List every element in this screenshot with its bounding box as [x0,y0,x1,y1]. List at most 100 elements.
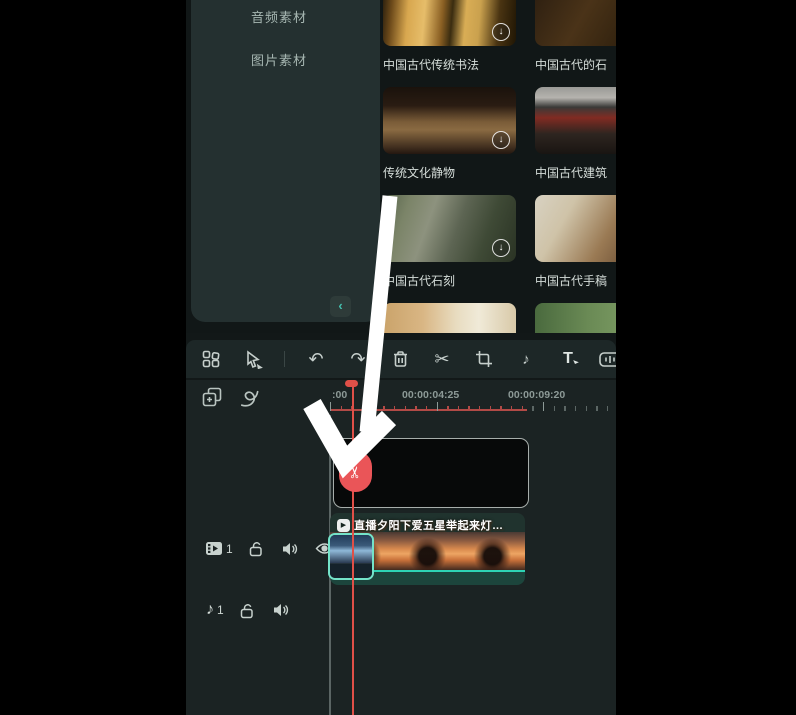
crop-button[interactable] [473,348,495,370]
ruler-tick [490,406,491,411]
media-thumbnail[interactable]: ↓ [383,87,516,154]
select-cursor-icon [244,350,263,369]
music-note-icon: ♪ [206,601,214,619]
scissors-icon: ✂ [434,350,449,368]
trash-icon [392,350,409,368]
ruler-tick [522,406,523,411]
ruler-timestamp: 00:00:09:20 [508,389,565,401]
ruler-tick [468,406,469,411]
music-note-icon: ♪ [522,352,530,367]
undo-icon: ↶ [308,350,323,368]
edit-toolbar: ↶ ↷ ✂ ♪ T [186,340,616,378]
audio-beat-button[interactable]: ♪ [515,348,537,370]
timeline-ruler[interactable]: :00 00:00:04:25 00:00:09:20 [186,380,616,411]
collapse-panel-button[interactable]: ‹ [330,296,351,317]
media-thumbnail[interactable] [383,303,516,333]
mute-track-button[interactable] [281,541,299,557]
video-track-header: 1 [186,540,334,557]
media-thumbnail[interactable] [535,87,616,154]
download-icon[interactable]: ↓ [492,131,510,149]
lock-open-icon [239,602,255,619]
ruler-tick [426,406,427,411]
audio-track-button[interactable]: ♪ [206,601,214,619]
ruler-tick [500,406,501,411]
ruler-clip-extent [330,409,527,411]
clip-frame [395,532,460,571]
ruler-tick [543,402,544,411]
ruler-tick [437,402,438,411]
ruler-tick [405,406,406,411]
film-icon [205,541,223,556]
media-label: 中国古代手稿 [535,272,616,289]
audio-track-count: 1 [217,603,224,617]
mute-track-button[interactable] [272,602,290,618]
ruler-tick [383,406,384,411]
media-thumbnail[interactable] [535,0,616,46]
ruler-tick [447,406,448,411]
select-tool-button[interactable] [242,348,264,370]
app-content: 音频素材 图片素材 ‹ ↓ 中国古代传统书法 中国古代的石 ↓ 传统文化静物 中… [186,0,616,715]
lock-track-button[interactable] [239,602,255,619]
speaker-icon [281,541,299,557]
sidebar-item-image-assets[interactable]: 图片素材 [251,50,371,68]
download-icon[interactable]: ↓ [492,239,510,257]
media-label: 传统文化静物 [383,164,533,181]
media-thumbnail[interactable] [535,195,616,262]
ruler-tick [511,406,512,411]
delete-button[interactable] [389,348,411,370]
layout-grid-icon [202,350,220,368]
chevron-left-icon: ‹ [338,298,342,313]
lock-track-button[interactable] [248,540,264,557]
ruler-tick [554,406,555,411]
clip-header: ▶ 直播夕阳下爱五星举起来灯… [337,517,523,533]
media-label: 中国古代石刻 [383,272,533,289]
ruler-tick [575,406,576,411]
media-browser-panel: 音频素材 图片素材 ‹ ↓ 中国古代传统书法 中国古代的石 ↓ 传统文化静物 中… [186,0,616,333]
ruler-tick [596,406,597,411]
clip-title-text: 直播夕阳下爱五星举起来灯… [354,517,504,533]
ruler-tick [479,406,480,411]
media-label: 中国古代的石 [535,56,616,73]
playhead-line[interactable] [352,384,354,715]
selected-clip-thumbnail [330,535,372,563]
media-thumbnail[interactable]: ↓ [383,0,516,46]
sidebar-item-audio-assets[interactable]: 音频素材 [251,7,371,25]
selected-clip[interactable] [328,533,374,580]
ruler-tick [373,406,374,411]
media-thumbnail[interactable] [535,303,616,333]
audio-effect-button[interactable] [599,348,616,370]
app-window: 音频素材 图片素材 ‹ ↓ 中国古代传统书法 中国古代的石 ↓ 传统文化静物 中… [0,0,796,715]
play-icon[interactable]: ▶ [337,519,350,532]
ruler-tick [532,406,533,411]
media-thumbnail[interactable]: ↓ [383,195,516,262]
split-button[interactable]: ✂ [431,348,453,370]
selected-clip-meta [330,563,372,578]
ruler-tick [330,402,331,411]
ruler-tick [394,406,395,411]
ruler-tick [341,406,342,411]
ruler-tick [607,406,608,411]
redo-icon: ↷ [350,350,365,368]
video-track-button[interactable] [205,541,223,556]
template-grid-button[interactable] [200,348,222,370]
lock-open-icon [248,540,264,557]
speaker-icon [272,602,290,618]
crop-icon [475,350,493,368]
cut-cursor[interactable]: ✂ [339,451,372,492]
undo-button[interactable]: ↶ [305,348,327,370]
ruler-tick [458,406,459,411]
media-sidebar: 音频素材 图片素材 [191,0,380,322]
toolbar-divider [284,351,285,367]
ruler-tick [415,406,416,411]
text-tool-icon: T [563,350,573,368]
download-icon[interactable]: ↓ [492,23,510,41]
ruler-timestamp: :00 [332,389,347,401]
ruler-tick [362,406,363,411]
scissors-icon: ✂ [346,465,366,478]
redo-button[interactable]: ↷ [347,348,369,370]
media-label: 中国古代建筑 [535,164,616,181]
ruler-tick [586,406,587,411]
media-label: 中国古代传统书法 [383,56,533,73]
audio-waveform-icon [599,352,616,367]
text-tool-button[interactable]: T [557,348,579,370]
